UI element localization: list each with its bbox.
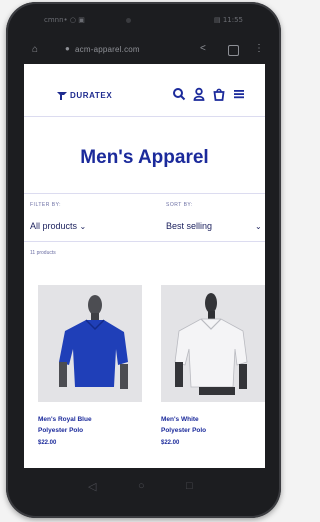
recents-icon[interactable]: □ <box>186 480 193 492</box>
home-icon[interactable]: ⌂ <box>32 44 38 55</box>
share-icon[interactable]: < <box>200 43 206 54</box>
product-name-line-1: Men's Royal Blue <box>38 416 92 423</box>
sort-value: Best selling <box>166 221 213 231</box>
home-circle-icon[interactable]: ○ <box>138 480 145 492</box>
filter-divider <box>24 241 265 242</box>
logo-mark-icon <box>57 92 67 100</box>
product-price: $22.00 <box>161 440 180 446</box>
account-icon[interactable] <box>192 87 206 101</box>
search-icon[interactable] <box>172 87 186 101</box>
url-text[interactable]: acm-apparel.com <box>75 45 140 54</box>
web-page: DURATEX Men's Apparel FILTER BY: SORT BY… <box>24 64 265 468</box>
status-bar-right: ▤ 11:55 <box>213 16 243 24</box>
front-camera-icon <box>126 18 131 23</box>
product-price: $22.00 <box>38 440 57 446</box>
brand-name: DURATEX <box>70 90 113 100</box>
hamburger-menu-icon[interactable] <box>232 87 246 101</box>
filter-label: FILTER BY: <box>30 202 62 208</box>
chevron-down-icon: ⌄ <box>79 222 87 231</box>
product-count: 11 products <box>30 250 56 256</box>
cart-icon[interactable] <box>212 87 226 101</box>
back-icon[interactable]: ◁ <box>88 480 96 493</box>
lock-icon: ● <box>65 44 70 53</box>
product-name-royal-blue-polo[interactable]: Men's Royal Blue Polyester Polo <box>38 414 142 436</box>
more-menu-icon[interactable]: ⋮ <box>254 43 264 54</box>
mannequin-image <box>38 285 142 402</box>
chevron-down-icon[interactable]: ⌄ <box>255 222 262 231</box>
product-image-royal-blue-polo[interactable] <box>38 285 142 402</box>
page-title: Men's Apparel <box>80 147 209 168</box>
sort-select[interactable]: Best selling <box>166 221 212 231</box>
filter-value: All products <box>30 221 78 231</box>
product-name-white-polo[interactable]: Men's White Polyester Polo <box>161 414 265 436</box>
brand-logo[interactable]: DURATEX <box>56 89 112 101</box>
browser-address-bar[interactable]: ⌂ ● acm-apparel.com < ⋮ <box>28 40 271 60</box>
product-image-white-polo[interactable] <box>161 285 265 402</box>
product-name-line-2: Polyester Polo <box>38 427 84 434</box>
product-name-line-1: Men's White <box>161 416 199 423</box>
mannequin-image <box>161 285 265 402</box>
site-header: DURATEX <box>24 64 265 117</box>
sort-label: SORT BY: <box>166 202 193 208</box>
page-title-section: Men's Apparel <box>24 117 265 194</box>
tabs-icon[interactable] <box>228 45 239 56</box>
filter-select[interactable]: All products ⌄ <box>30 221 86 231</box>
product-name-line-2: Polyester Polo <box>161 427 207 434</box>
status-bar-left: cmnn• ○ ▣ <box>44 16 85 24</box>
android-nav-bar: ◁ ○ □ <box>24 478 265 498</box>
